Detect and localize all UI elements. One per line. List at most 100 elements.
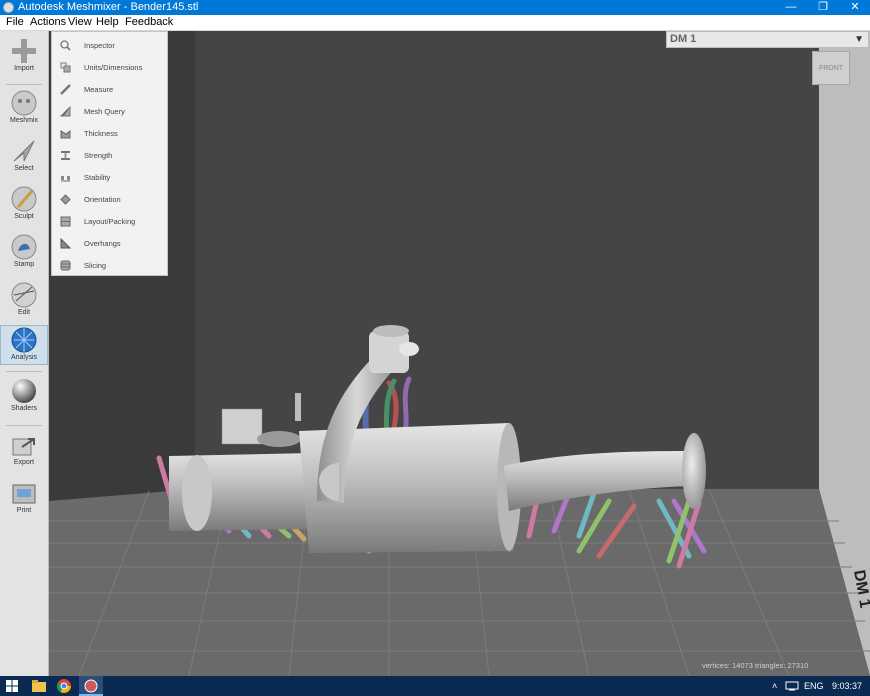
analysis-menu: Inspector Units/Dimensions Measure Mesh …: [51, 31, 168, 276]
left-toolbar: Import Meshmix Select Sculpt Stamp Edit …: [0, 31, 49, 676]
stamp-icon: [11, 234, 37, 260]
robot-top-box: [221, 408, 263, 445]
analysis-item-strength[interactable]: Strength: [52, 145, 167, 166]
mesh-query-icon: [60, 106, 71, 117]
analysis-item-label: Orientation: [84, 195, 121, 204]
analysis-item-slicing[interactable]: Slicing: [52, 255, 167, 276]
toolbar-divider: [6, 425, 42, 426]
mesh-stats: vertices: 14073 triangles: 27310: [702, 661, 809, 670]
edit-icon: [11, 282, 37, 308]
shaders-icon: [12, 379, 36, 403]
view-cube-face-label: FRONT: [818, 65, 844, 72]
tool-print[interactable]: Print: [0, 479, 48, 523]
menu-actions[interactable]: Actions: [30, 15, 66, 30]
meshmixer-app-icon: [3, 2, 14, 13]
tool-label: Meshmix: [9, 117, 38, 124]
tray-up-arrow-icon[interactable]: ˄: [772, 676, 777, 696]
tool-label: Print: [16, 507, 32, 514]
tool-analysis[interactable]: Analysis: [0, 325, 48, 365]
chrome-icon[interactable]: [57, 679, 71, 693]
tool-select[interactable]: Select: [0, 137, 48, 181]
toolbar-divider: [6, 371, 42, 372]
tool-meshmix[interactable]: Meshmix: [0, 89, 48, 133]
robot-head-top: [373, 325, 409, 337]
ruler-icon: [60, 84, 71, 95]
analysis-item-layout-packing[interactable]: Layout/Packing: [52, 211, 167, 232]
menu-feedback[interactable]: Feedback: [125, 15, 173, 30]
tool-label: Edit: [17, 309, 31, 316]
scene-svg: DM 1: [49, 31, 870, 676]
tool-shaders[interactable]: Shaders: [0, 377, 48, 423]
analysis-item-label: Stability: [84, 173, 111, 182]
tool-label: Shaders: [10, 405, 38, 412]
tool-label: Sculpt: [14, 213, 34, 220]
analysis-item-orientation[interactable]: Orientation: [52, 189, 167, 210]
close-button[interactable]: ✕: [838, 0, 870, 15]
magnifier-icon: [60, 40, 71, 51]
robot-rear-cap: [182, 455, 212, 531]
sculpt-brush-icon: [11, 186, 37, 212]
view-cube[interactable]: FRONT: [812, 51, 850, 85]
analysis-item-overhangs[interactable]: Overhangs: [52, 233, 167, 254]
meshmixer-taskbar-button[interactable]: [79, 676, 103, 696]
analysis-item-label: Thickness: [84, 129, 118, 138]
tool-edit[interactable]: Edit: [0, 281, 48, 325]
analysis-item-label: Units/Dimensions: [84, 63, 143, 72]
menu-file[interactable]: File: [6, 15, 24, 30]
window-title: Autodesk Meshmixer - Bender145.stl: [18, 1, 199, 13]
analysis-item-label: Layout/Packing: [84, 217, 136, 226]
meshmix-icon: [11, 90, 37, 116]
tool-sculpt[interactable]: Sculpt: [0, 185, 48, 229]
print-icon: [12, 484, 36, 504]
menu-view[interactable]: View: [68, 15, 92, 30]
tool-label: Export: [13, 459, 35, 466]
export-icon: [12, 438, 35, 456]
strength-icon: [61, 151, 70, 160]
windows-start-icon[interactable]: [6, 680, 18, 692]
clock[interactable]: 9:03:37: [832, 676, 862, 696]
analysis-item-inspector[interactable]: Inspector: [52, 35, 167, 56]
robot-head-knob: [399, 342, 419, 356]
orientation-icon: [60, 194, 71, 205]
layout-packing-icon: [60, 216, 71, 227]
analysis-item-label: Strength: [84, 151, 113, 160]
toolbar-divider: [6, 84, 42, 85]
analysis-item-label: Overhangs: [84, 239, 121, 248]
analysis-item-measure[interactable]: Measure: [52, 79, 167, 100]
tool-label: Stamp: [13, 261, 35, 268]
chevron-down-icon[interactable]: ▼: [854, 32, 864, 47]
analysis-item-thickness[interactable]: Thickness: [52, 123, 167, 144]
tool-stamp[interactable]: Stamp: [0, 233, 48, 277]
minimize-button[interactable]: —: [774, 0, 808, 15]
meshmixer-taskbar-icon: [84, 679, 98, 693]
object-name: DM 1: [670, 33, 697, 45]
analysis-item-stability[interactable]: Stability: [52, 167, 167, 188]
restore-button[interactable]: ❐: [806, 0, 840, 15]
object-browser[interactable]: DM 1 ▼: [666, 31, 869, 48]
stability-icon: [61, 176, 70, 182]
tool-import[interactable]: Import: [0, 37, 48, 83]
analysis-item-units-dimensions[interactable]: Units/Dimensions: [52, 57, 167, 78]
menu-help[interactable]: Help: [96, 15, 119, 30]
menu-bar: File Actions View Help Feedback: [0, 15, 870, 31]
analysis-item-mesh-query[interactable]: Mesh Query: [52, 101, 167, 122]
robot-hatch: [257, 431, 301, 447]
slicing-icon: [60, 260, 71, 271]
plus-icon: [12, 39, 36, 63]
select-arrow-icon: [13, 140, 35, 162]
analysis-icon: [11, 327, 37, 353]
network-icon[interactable]: [785, 681, 799, 691]
windows-taskbar: ˄ ENG 9:03:37: [0, 676, 870, 696]
overhangs-icon: [60, 238, 71, 249]
robot-tail-disc: [682, 433, 706, 509]
language-indicator[interactable]: ENG: [804, 676, 824, 696]
tool-label: Select: [14, 165, 34, 172]
dimensions-icon: [60, 62, 71, 73]
tool-label: Import: [14, 65, 34, 72]
analysis-item-label: Mesh Query: [84, 107, 125, 116]
thickness-icon: [60, 130, 71, 139]
3d-viewport[interactable]: DM 1: [49, 31, 870, 676]
analysis-item-label: Inspector: [84, 41, 115, 50]
tool-export[interactable]: Export: [0, 431, 48, 475]
file-explorer-icon[interactable]: [32, 680, 46, 692]
